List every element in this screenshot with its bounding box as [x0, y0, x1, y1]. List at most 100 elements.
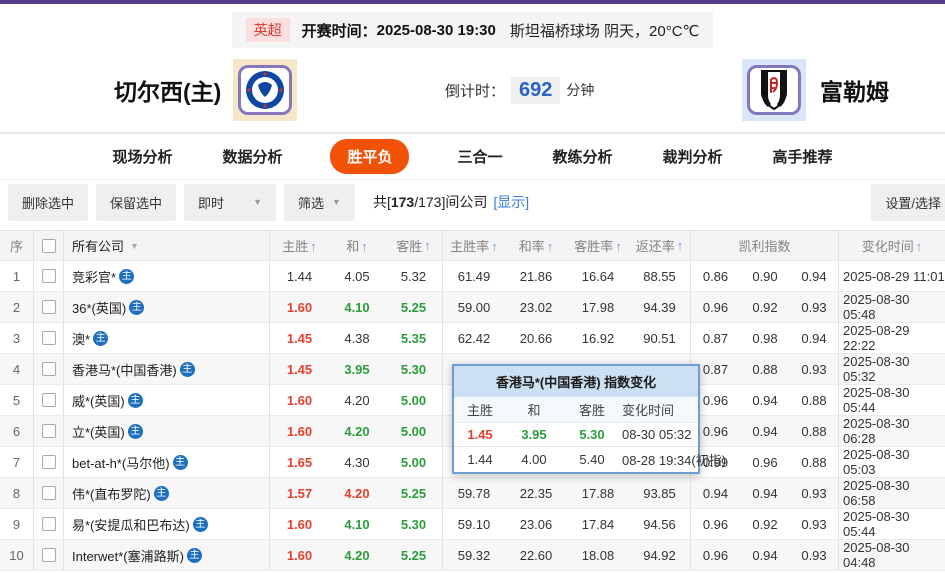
draw-odds[interactable]: 4.20 — [329, 548, 385, 563]
home-odds[interactable]: 1.65 — [270, 455, 329, 470]
draw-odds[interactable]: 4.10 — [329, 300, 385, 315]
home-odds[interactable]: 1.60 — [270, 517, 329, 532]
away-odds[interactable]: 5.00 — [385, 416, 443, 446]
kelly-value: 0.94 — [790, 261, 839, 291]
filter-dropdown[interactable]: 筛选 ▼ — [284, 183, 355, 221]
tab-expert-picks[interactable]: 高手推荐 — [771, 139, 835, 174]
home-odds[interactable]: 1.45 — [270, 331, 329, 346]
row-checkbox[interactable] — [34, 540, 64, 570]
col-header-away-rate[interactable]: 客胜率 ↑ — [567, 236, 629, 255]
instant-dropdown[interactable]: 即时 ▼ — [184, 183, 277, 221]
home-odds[interactable]: 1.57 — [270, 486, 329, 501]
sort-asc-icon: ↑ — [424, 238, 431, 253]
away-odds[interactable]: 5.00 — [385, 447, 443, 477]
away-odds[interactable]: 5.25 — [385, 478, 443, 508]
company-name[interactable]: 易*(安提瓜和巴布达) 主 — [64, 509, 270, 539]
kelly-value: 0.93 — [790, 354, 839, 384]
draw-odds[interactable]: 4.20 — [329, 424, 385, 439]
col-header-draw-rate[interactable]: 和率 ↑ — [505, 236, 567, 255]
kelly-value: 0.96 — [702, 299, 729, 315]
away-odds[interactable]: 5.32 — [385, 261, 443, 291]
home-odds[interactable]: 1.60 — [270, 393, 329, 408]
tab-coach-analysis[interactable]: 教练分析 — [551, 139, 615, 174]
tab-three-in-one[interactable]: 三合一 — [455, 139, 504, 174]
popup-data-row: 1.45 3.95 5.30 08-30 05:32 — [454, 422, 698, 447]
change-time: 2025-08-30 06:28 — [843, 416, 910, 446]
company-name[interactable]: 36*(英国) 主 — [64, 292, 270, 322]
row-checkbox[interactable] — [34, 447, 64, 477]
row-seq: 3 — [0, 323, 34, 353]
draw-odds[interactable]: 4.05 — [329, 269, 385, 284]
col-header-company[interactable]: 所有公司 ▼ — [64, 231, 270, 260]
kelly-value: 0.96 — [702, 547, 729, 563]
table-row: 2 36*(英国) 主 1.60 4.10 5.25 59.00 23.02 17.98 94.3… — [0, 291, 945, 322]
tab-referee-analysis[interactable]: 裁判分析 — [661, 139, 725, 174]
select-all-checkbox[interactable] — [34, 231, 64, 260]
away-odds[interactable]: 5.30 — [385, 509, 443, 539]
tab-scene-analysis[interactable]: 现场分析 — [110, 139, 174, 174]
home-odds[interactable]: 1.44 — [270, 269, 329, 284]
draw-odds[interactable]: 4.20 — [329, 393, 385, 408]
company-name[interactable]: 澳* 主 — [64, 323, 270, 353]
keep-selected-button[interactable]: 保留选中 — [96, 183, 177, 221]
away-odds[interactable]: 5.35 — [385, 323, 443, 353]
settings-button[interactable]: 设置/选择 — [871, 183, 945, 221]
row-checkbox[interactable] — [34, 416, 64, 446]
away-odds[interactable]: 5.25 — [385, 292, 443, 322]
away-odds[interactable]: 5.25 — [385, 540, 443, 570]
sort-asc-icon: ↑ — [676, 238, 684, 253]
col-header-away[interactable]: 客胜 ↑ — [385, 231, 443, 260]
checkbox-icon — [41, 269, 56, 283]
row-checkbox[interactable] — [34, 261, 64, 291]
delete-selected-button[interactable]: 删除选中 — [8, 183, 89, 221]
kelly-value: 0.94 — [752, 392, 778, 408]
checkbox-icon — [41, 548, 56, 562]
row-seq: 4 — [0, 354, 34, 384]
home-odds[interactable]: 1.45 — [270, 362, 329, 377]
checkbox-icon — [41, 331, 56, 345]
home-odds[interactable]: 1.60 — [270, 300, 329, 315]
row-checkbox[interactable] — [34, 292, 64, 322]
kelly-value: 0.92 — [752, 516, 778, 532]
col-header-change-time[interactable]: 变化时间 ↑ — [839, 236, 945, 255]
main-company-icon: 主 — [192, 516, 208, 532]
chelsea-crest-icon — [233, 59, 298, 121]
draw-odds[interactable]: 3.95 — [329, 362, 385, 377]
col-header-draw[interactable]: 和 ↑ — [329, 236, 385, 255]
home-odds[interactable]: 1.60 — [270, 548, 329, 563]
kelly-value: 0.94 — [790, 323, 839, 353]
rate-value: 88.55 — [629, 261, 691, 291]
company-name[interactable]: 竞彩官* 主 — [64, 261, 270, 291]
row-checkbox[interactable] — [34, 478, 64, 508]
company-name[interactable]: 伟*(直布罗陀) 主 — [64, 478, 270, 508]
row-checkbox[interactable] — [34, 354, 64, 384]
col-header-home[interactable]: 主胜 ↑ — [270, 236, 329, 255]
tab-data-analysis[interactable]: 数据分析 — [220, 139, 284, 174]
away-odds[interactable]: 5.30 — [385, 354, 443, 384]
home-odds[interactable]: 1.60 — [270, 424, 329, 439]
row-checkbox[interactable] — [34, 385, 64, 415]
company-name[interactable]: bet-at-h*(马尔他) 主 — [64, 447, 270, 477]
draw-odds[interactable]: 4.10 — [329, 517, 385, 532]
col-header-seq: 序 — [0, 231, 34, 260]
show-link[interactable]: [显示] — [493, 192, 529, 212]
col-header-home-rate[interactable]: 主胜率 ↑ — [443, 236, 505, 255]
col-header-return-rate[interactable]: 返还率 ↑ — [629, 231, 691, 260]
filter-dropdown-label: 筛选 — [298, 195, 325, 211]
tab-win-draw-lose[interactable]: 胜平负 — [330, 139, 410, 174]
draw-odds[interactable]: 4.30 — [329, 455, 385, 470]
main-company-icon: 主 — [127, 423, 143, 439]
company-name[interactable]: 威*(英国) 主 — [64, 385, 270, 415]
league-badge[interactable]: 英超 — [245, 18, 290, 42]
company-name[interactable]: 香港马*(中国香港) 主 — [64, 354, 270, 384]
main-company-icon: 主 — [129, 299, 145, 315]
company-name[interactable]: 立*(英国) 主 — [64, 416, 270, 446]
row-checkbox[interactable] — [34, 323, 64, 353]
draw-odds[interactable]: 4.20 — [329, 486, 385, 501]
row-checkbox[interactable] — [34, 509, 64, 539]
main-company-icon: 主 — [186, 547, 202, 563]
draw-odds[interactable]: 4.38 — [329, 331, 385, 346]
company-name[interactable]: Interwet*(塞浦路斯) 主 — [64, 540, 270, 570]
row-seq: 6 — [0, 416, 34, 446]
away-odds[interactable]: 5.00 — [385, 385, 443, 415]
